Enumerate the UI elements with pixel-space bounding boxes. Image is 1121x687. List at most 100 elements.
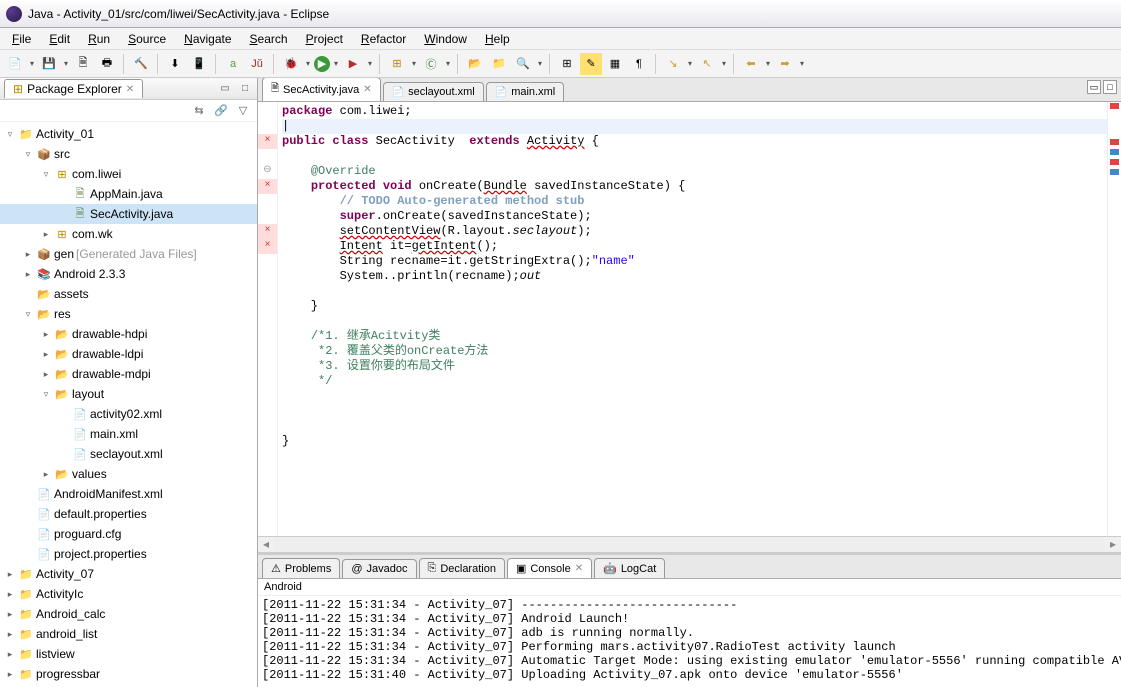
code-content[interactable]: package com.liwei;|public class SecActiv… [278, 102, 1107, 536]
open-type-icon[interactable]: 📂 [464, 53, 486, 75]
debug-dropdown[interactable]: ▾ [304, 53, 312, 75]
editor-maximize-icon[interactable]: □ [1103, 80, 1117, 94]
new-android-icon[interactable]: a [222, 53, 244, 75]
tree-node-activity02-xml[interactable]: 📄activity02.xml [0, 404, 257, 424]
tree-node-drawable-hdpi[interactable]: ▸📂drawable-hdpi [0, 324, 257, 344]
expand-icon[interactable]: ▸ [22, 269, 34, 280]
code-line[interactable] [282, 404, 1107, 419]
run-external-button[interactable]: ▶ [342, 53, 364, 75]
expand-icon[interactable]: ▸ [4, 669, 16, 680]
code-line[interactable]: | [282, 119, 1107, 134]
debug-button[interactable]: 🐞 [280, 53, 302, 75]
build-button[interactable]: 🔨 [130, 53, 152, 75]
close-icon[interactable]: ✕ [126, 84, 134, 95]
menu-navigate[interactable]: Navigate [176, 30, 239, 48]
new-button[interactable]: 📄 [4, 53, 26, 75]
expand-icon[interactable]: ▸ [4, 649, 16, 660]
expand-icon[interactable]: ▸ [40, 229, 52, 240]
toggle-breadcrumb-icon[interactable]: ⊞ [556, 53, 578, 75]
tree-node-appmain-java[interactable]: 🗎AppMain.java [0, 184, 257, 204]
show-whitespace-icon[interactable]: ¶ [628, 53, 650, 75]
link-editor-icon[interactable]: 🔗 [213, 103, 229, 119]
code-line[interactable] [282, 389, 1107, 404]
minimize-view-icon[interactable]: ▭ [217, 81, 233, 97]
tree-node-activityic[interactable]: ▸📁ActivityIc [0, 584, 257, 604]
menu-edit[interactable]: Edit [41, 30, 78, 48]
view-menu-icon[interactable]: ▽ [235, 103, 251, 119]
menu-project[interactable]: Project [298, 30, 351, 48]
code-line[interactable]: // TODO Auto-generated method stub [282, 194, 1107, 209]
code-line[interactable]: */ [282, 374, 1107, 389]
block-selection-icon[interactable]: ▦ [604, 53, 626, 75]
editor-tab-main-xml[interactable]: 📄main.xml [486, 82, 564, 101]
expand-icon[interactable]: ▿ [22, 149, 34, 160]
code-line[interactable] [282, 149, 1107, 164]
tree-node-android-2-3-3[interactable]: ▸📚Android 2.3.3 [0, 264, 257, 284]
editor-minimize-icon[interactable]: ▭ [1087, 80, 1101, 94]
code-line[interactable]: *3. 设置你要的布局文件 [282, 359, 1107, 374]
next-annotation-dropdown[interactable]: ▾ [686, 53, 694, 75]
junit-icon[interactable]: Jŭ [246, 53, 268, 75]
editor-hscrollbar[interactable]: ◂ ▸ [258, 536, 1121, 552]
expand-icon[interactable]: ▿ [4, 129, 16, 140]
new-class-icon[interactable]: Ⓒ [420, 53, 442, 75]
editor-tab-seclayout-xml[interactable]: 📄seclayout.xml [383, 82, 484, 101]
code-line[interactable]: Intent it=getIntent(); [282, 239, 1107, 254]
print-button[interactable]: 🖶 [96, 53, 118, 75]
open-type-hierarchy-icon[interactable]: 📁 [488, 53, 510, 75]
tree-node-assets[interactable]: 📂assets [0, 284, 257, 304]
prev-annotation-icon[interactable]: ↖ [696, 53, 718, 75]
expand-icon[interactable]: ▸ [40, 349, 52, 360]
menu-source[interactable]: Source [120, 30, 174, 48]
menu-run[interactable]: Run [80, 30, 118, 48]
run-button[interactable]: ▶ [314, 56, 330, 72]
expand-icon[interactable]: ▸ [40, 369, 52, 380]
maximize-view-icon[interactable]: □ [237, 81, 253, 97]
tree-node-android-calc[interactable]: ▸📁Android_calc [0, 604, 257, 624]
menu-file[interactable]: File [4, 30, 39, 48]
search-dropdown[interactable]: ▾ [536, 53, 544, 75]
new-package-dropdown[interactable]: ▾ [410, 53, 418, 75]
menu-help[interactable]: Help [477, 30, 518, 48]
save-all-button[interactable]: 🗎 [72, 53, 94, 75]
bottom-tab-logcat[interactable]: 🤖LogCat [594, 558, 665, 578]
package-explorer-tab[interactable]: ⊞ Package Explorer ✕ [4, 79, 143, 98]
expand-icon[interactable]: ▸ [40, 469, 52, 480]
tree-node-drawable-mdpi[interactable]: ▸📂drawable-mdpi [0, 364, 257, 384]
tree-node-seclayout-xml[interactable]: 📄seclayout.xml [0, 444, 257, 464]
code-line[interactable]: System..println(recname);out [282, 269, 1107, 284]
expand-icon[interactable]: ▿ [40, 169, 52, 180]
tree-node-drawable-ldpi[interactable]: ▸📂drawable-ldpi [0, 344, 257, 364]
expand-icon[interactable]: ▸ [4, 589, 16, 600]
project-tree[interactable]: ▿📁Activity_01▿📦src▿⊞com.liwei🗎AppMain.ja… [0, 122, 257, 687]
tree-node-android-list[interactable]: ▸📁android_list [0, 624, 257, 644]
tree-node-androidmanifest-xml[interactable]: 📄AndroidManifest.xml [0, 484, 257, 504]
next-annotation-icon[interactable]: ↘ [662, 53, 684, 75]
close-icon[interactable]: ✕ [363, 84, 371, 95]
console-output[interactable]: [2011-11-22 15:31:34 - Activity_07] ----… [258, 596, 1121, 687]
menu-search[interactable]: Search [242, 30, 296, 48]
code-line[interactable]: String recname=it.getStringExtra();"name… [282, 254, 1107, 269]
mark-occurrences-icon[interactable]: ✎ [580, 53, 602, 75]
prev-annotation-dropdown[interactable]: ▾ [720, 53, 728, 75]
tree-node-project-properties[interactable]: 📄project.properties [0, 544, 257, 564]
run-external-dropdown[interactable]: ▾ [366, 53, 374, 75]
code-line[interactable]: @Override [282, 164, 1107, 179]
tree-node-gen[interactable]: ▸📦gen [Generated Java Files] [0, 244, 257, 264]
code-line[interactable] [282, 314, 1107, 329]
tree-node-main-xml[interactable]: 📄main.xml [0, 424, 257, 444]
avd-manager-icon[interactable]: 📱 [188, 53, 210, 75]
code-line[interactable] [282, 419, 1107, 434]
new-class-dropdown[interactable]: ▾ [444, 53, 452, 75]
code-line[interactable]: /*1. 继承Acitvity类 [282, 329, 1107, 344]
forward-button[interactable]: ➡ [774, 53, 796, 75]
expand-icon[interactable]: ▸ [40, 329, 52, 340]
code-line[interactable]: super.onCreate(savedInstanceState); [282, 209, 1107, 224]
code-line[interactable]: setContentView(R.layout.seclayout); [282, 224, 1107, 239]
code-line[interactable] [282, 284, 1107, 299]
tree-node-proguard-cfg[interactable]: 📄proguard.cfg [0, 524, 257, 544]
tree-node-com-liwei[interactable]: ▿⊞com.liwei [0, 164, 257, 184]
collapse-all-icon[interactable]: ⇆ [191, 103, 207, 119]
tree-node-listview[interactable]: ▸📁listview [0, 644, 257, 664]
sdk-manager-icon[interactable]: ⬇ [164, 53, 186, 75]
